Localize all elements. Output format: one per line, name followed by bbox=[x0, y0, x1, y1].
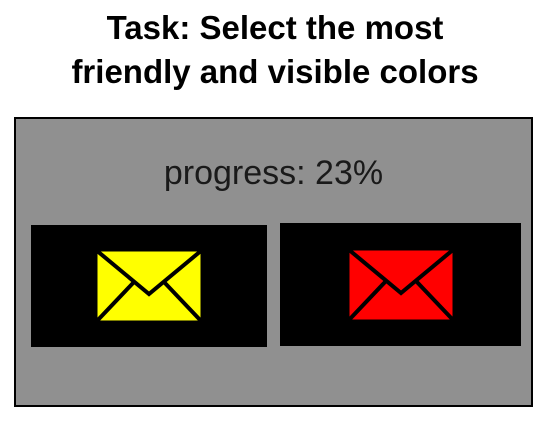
envelope-icon bbox=[94, 248, 204, 324]
task-title: Task: Select the most friendly and visib… bbox=[0, 6, 550, 94]
task-title-line-1: Task: Select the most bbox=[106, 9, 444, 46]
option-yellow-envelope[interactable] bbox=[31, 225, 267, 347]
option-red-envelope[interactable] bbox=[280, 223, 521, 346]
task-title-line-2: friendly and visible colors bbox=[71, 53, 479, 90]
progress-text: progress: 23% bbox=[163, 154, 384, 192]
color-choice-panel: progress: 23% bbox=[14, 117, 533, 407]
envelope-icon bbox=[346, 246, 456, 323]
envelope-icon-svg bbox=[346, 246, 455, 322]
envelope-icon-svg bbox=[94, 248, 204, 324]
